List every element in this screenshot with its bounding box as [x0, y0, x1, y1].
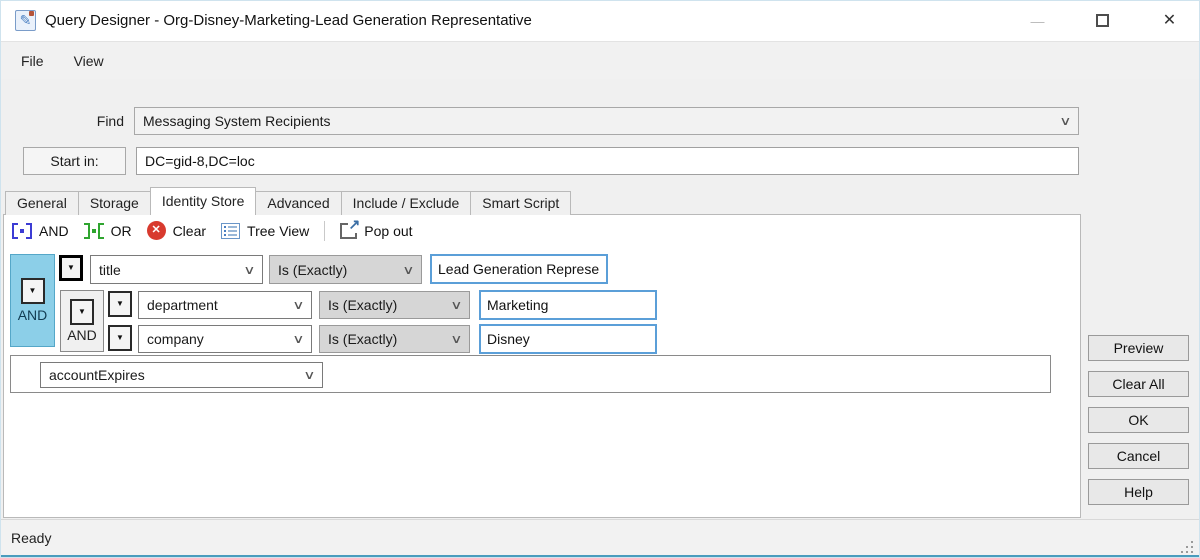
query-designer-window: ✎ Query Designer - Org-Disney-Marketing-… [0, 0, 1200, 558]
or-button-label: OR [111, 223, 132, 239]
identity-store-tab-page: AND OR ✕ Clear Tree View ↗ Pop out [3, 214, 1081, 518]
new-condition-row: accountExpires ∨ [10, 355, 1051, 393]
clear-all-button[interactable]: Clear All [1088, 371, 1189, 397]
tab-identity-store[interactable]: Identity Store [150, 187, 257, 215]
chevron-down-icon: ∨ [303, 368, 315, 382]
row2-operator: Is (Exactly) [328, 297, 448, 313]
status-bar: Ready [1, 519, 1199, 555]
inner-and-group[interactable]: ▼ AND [60, 290, 104, 352]
row2-operator-combo[interactable]: Is (Exactly) ∨ [319, 291, 470, 319]
minimize-icon: — [1031, 13, 1045, 29]
and-brackets-icon [12, 223, 32, 239]
or-button[interactable]: OR [84, 223, 132, 239]
row2-dropdown-button[interactable]: ▼ [108, 291, 132, 317]
chevron-down-icon: ∨ [292, 332, 304, 346]
maximize-icon [1096, 14, 1109, 27]
row1-operator-combo[interactable]: Is (Exactly) ∨ [269, 255, 422, 284]
menu-view[interactable]: View [74, 53, 104, 69]
row3-operator-combo[interactable]: Is (Exactly) ∨ [319, 325, 470, 353]
title-bar[interactable]: ✎ Query Designer - Org-Disney-Marketing-… [1, 1, 1199, 41]
new-condition-attribute: accountExpires [49, 367, 301, 383]
or-brackets-icon [84, 223, 104, 239]
tab-include-exclude[interactable]: Include / Exclude [341, 191, 472, 215]
chevron-down-icon: ∨ [1059, 114, 1071, 128]
find-value: Messaging System Recipients [143, 113, 1057, 129]
row1-value-input[interactable] [430, 254, 608, 284]
row3-attribute: company [147, 331, 290, 347]
tree-view-icon [221, 223, 240, 239]
outer-group-dropdown-button[interactable]: ▼ [21, 278, 45, 304]
find-label: Find [86, 113, 124, 129]
start-in-input[interactable] [136, 147, 1079, 175]
start-in-button[interactable]: Start in: [23, 147, 126, 175]
close-button[interactable]: ✕ [1146, 1, 1193, 41]
row1-dropdown-button[interactable]: ▼ [59, 255, 83, 281]
row3-attribute-combo[interactable]: company ∨ [138, 325, 312, 353]
toolbar-separator [324, 221, 325, 241]
chevron-down-icon: ∨ [402, 263, 414, 277]
inner-group-dropdown-button[interactable]: ▼ [70, 299, 94, 325]
pencil-edit-icon: ✎ [15, 10, 36, 31]
chevron-down-icon: ∨ [450, 298, 462, 312]
tab-general[interactable]: General [5, 191, 79, 215]
chevron-down-icon: ∨ [292, 298, 304, 312]
ok-button[interactable]: OK [1088, 407, 1189, 433]
pop-out-icon: ↗ [340, 223, 357, 239]
dropdown-arrow-icon: ▼ [67, 263, 75, 272]
and-button-label: AND [39, 223, 69, 239]
tab-strip: General Storage Identity Store Advanced … [5, 187, 570, 215]
tree-view-button-label: Tree View [247, 223, 309, 239]
pop-out-button-label: Pop out [364, 223, 412, 239]
query-toolbar: AND OR ✕ Clear Tree View ↗ Pop out [4, 215, 1080, 246]
outer-group-operator: AND [18, 307, 48, 323]
row1-attribute-combo[interactable]: title ∨ [90, 255, 263, 284]
row3-value-input[interactable] [479, 324, 657, 354]
find-dropdown[interactable]: Messaging System Recipients ∨ [134, 107, 1079, 135]
maximize-button[interactable] [1079, 1, 1126, 41]
window-title: Query Designer - Org-Disney-Marketing-Le… [45, 12, 532, 29]
tab-storage[interactable]: Storage [78, 191, 151, 215]
inner-group-operator: AND [67, 327, 97, 343]
minimize-button[interactable]: — [1014, 1, 1061, 41]
row2-value-input[interactable] [479, 290, 657, 320]
status-text: Ready [11, 530, 51, 546]
tab-advanced[interactable]: Advanced [255, 191, 341, 215]
dropdown-arrow-icon: ▼ [29, 286, 37, 295]
pencil-tip [29, 11, 34, 16]
pop-out-button[interactable]: ↗ Pop out [340, 223, 412, 239]
new-condition-attribute-combo[interactable]: accountExpires ∨ [40, 362, 323, 388]
resize-grip-icon[interactable] [1181, 541, 1193, 553]
row3-dropdown-button[interactable]: ▼ [108, 325, 132, 351]
close-icon: ✕ [1163, 12, 1176, 29]
help-button[interactable]: Help [1088, 479, 1189, 505]
row3-operator: Is (Exactly) [328, 331, 448, 347]
outer-and-group[interactable]: ▼ AND [10, 254, 55, 347]
clear-button[interactable]: ✕ Clear [147, 221, 206, 240]
row2-attribute: department [147, 297, 290, 313]
row1-attribute: title [99, 262, 241, 278]
tab-smart-script[interactable]: Smart Script [470, 191, 571, 215]
menu-bar: File View [1, 41, 1199, 79]
chevron-down-icon: ∨ [450, 332, 462, 346]
chevron-down-icon: ∨ [243, 263, 255, 277]
row1-operator: Is (Exactly) [278, 262, 400, 278]
tree-view-button[interactable]: Tree View [221, 223, 309, 239]
dropdown-arrow-icon: ▼ [78, 307, 86, 316]
clear-button-label: Clear [173, 223, 206, 239]
menu-file[interactable]: File [21, 53, 44, 69]
and-button[interactable]: AND [12, 223, 69, 239]
preview-button[interactable]: Preview [1088, 335, 1189, 361]
cancel-button[interactable]: Cancel [1088, 443, 1189, 469]
dropdown-arrow-icon: ▼ [116, 299, 124, 308]
row2-attribute-combo[interactable]: department ∨ [138, 291, 312, 319]
dropdown-arrow-icon: ▼ [116, 333, 124, 342]
clear-x-icon: ✕ [147, 221, 166, 240]
